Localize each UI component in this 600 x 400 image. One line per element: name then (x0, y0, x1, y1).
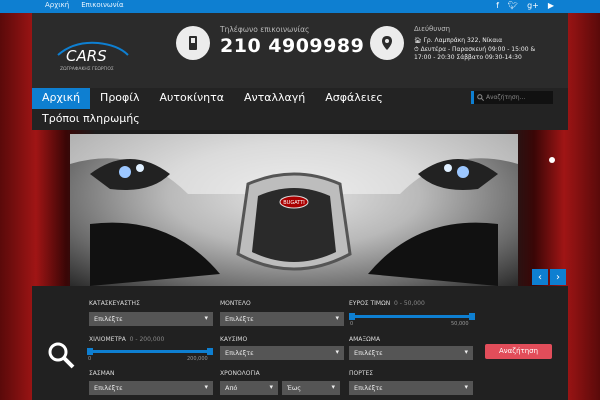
km-max-handle[interactable] (207, 348, 213, 355)
slider-arrows: ‹ › (532, 269, 566, 285)
slider-dot[interactable] (549, 157, 555, 163)
fuel-label: ΚΑΥΣΙΜΟ (220, 336, 248, 343)
year-label: ΧΡΟΝΟΛΟΓΙΑ (220, 370, 260, 377)
price-min: 0 (350, 321, 354, 327)
nav-item-home[interactable]: Αρχική (32, 88, 91, 109)
top-bar: Αρχική Επικοινωνία f 🐦︎ g+ ▶ (0, 0, 600, 13)
phone-icon (176, 26, 210, 60)
main-nav: Αρχική Προφίλ Αυτοκίνητα Ανταλλαγή Ασφάλ… (32, 88, 568, 130)
price-max: 50,000 (451, 321, 469, 327)
address-text: Γρ. Λαμπράκη 322, Νίκαια (423, 37, 503, 44)
top-link-contact[interactable]: Επικοινωνία (81, 1, 123, 9)
price-slider[interactable] (349, 313, 475, 320)
chassis-select[interactable]: Επιλέξτε (89, 381, 213, 395)
hours-text-1: Δευτέρα - Παρασκευή 09:00 - 15:00 & (420, 46, 536, 53)
header: CARS ΖΩΓΡΑΦΑΚΗΣ ΓΕΩΡΓΙΟΣ Τηλέφωνο επικοι… (32, 13, 568, 88)
hours-line: ⏱︎ Δευτέρα - Παρασκευή 09:00 - 15:00 & (414, 46, 536, 53)
nav-item-cars[interactable]: Αυτοκίνητα (150, 88, 234, 109)
km-max: 200,000 (187, 356, 208, 362)
magnifier-icon (46, 340, 76, 370)
year-from-select[interactable]: Από (220, 381, 278, 395)
address-line: 🏠︎ Γρ. Λαμπράκη 322, Νίκαια (414, 37, 503, 44)
model-label: ΜΟΝΤΕΛΟ (220, 300, 251, 307)
twitter-icon[interactable]: 🐦︎ (508, 1, 518, 10)
facebook-icon[interactable]: f (496, 1, 499, 10)
google-plus-icon[interactable]: g+ (527, 1, 539, 10)
maker-label: ΚΑΤΑΣΚΕΥΑΣΤΗΣ (89, 300, 140, 307)
search-button[interactable]: Αναζήτηση (485, 344, 552, 359)
phone-number[interactable]: 210 4909989 (220, 35, 364, 57)
chassis-label: ΣΑΣΜΑΝ (89, 370, 115, 377)
search-input[interactable]: Αναζήτηση... (471, 91, 553, 104)
search-placeholder: Αναζήτηση... (486, 94, 526, 101)
km-label: ΧΙΛΙΟΜΕΤΡΑ 0 - 200,000 (89, 336, 165, 343)
model-select[interactable]: Επιλέξτε (220, 312, 344, 326)
site-logo[interactable]: CARS ΖΩΓΡΑΦΑΚΗΣ ΓΕΩΡΓΙΟΣ (54, 37, 134, 73)
nav-item-profile[interactable]: Προφίλ (90, 88, 149, 109)
maker-select[interactable]: Επιλέξτε (89, 312, 213, 326)
body-select[interactable]: Επιλέξτε (349, 346, 473, 360)
hero-badge: BUGATTI (283, 200, 305, 206)
logo-subtitle: ΖΩΓΡΑΦΑΚΗΣ ΓΕΩΡΓΙΟΣ (60, 66, 114, 72)
price-max-handle[interactable] (469, 313, 475, 320)
search-icon (477, 94, 484, 101)
km-range: 0 - 200,000 (129, 336, 165, 343)
nav-item-payment[interactable]: Τρόποι πληρωμής (32, 109, 150, 130)
top-link-home[interactable]: Αρχική (45, 1, 69, 9)
hours-text-2: 17:00 - 20:30 Σάββατο 09:30-14:30 (414, 54, 522, 61)
km-min: 0 (88, 356, 92, 362)
phone-label: Τηλέφωνο επικοινωνίας (220, 25, 310, 34)
nav-item-insurance[interactable]: Ασφάλειες (315, 88, 393, 109)
body-label: ΑΜΑΞΩΜΑ (349, 336, 381, 343)
prev-arrow-icon[interactable]: ‹ (532, 269, 548, 285)
map-icon (370, 26, 404, 60)
km-slider[interactable] (87, 348, 213, 355)
next-arrow-icon[interactable]: › (550, 269, 566, 285)
search-form: ΚΑΤΑΣΚΕΥΑΣΤΗΣ Επιλέξτε ΜΟΝΤΕΛΟ Επιλέξτε … (32, 286, 568, 400)
fuel-select[interactable]: Επιλέξτε (220, 346, 344, 360)
logo-text: CARS (66, 47, 107, 65)
nav-item-exchange[interactable]: Ανταλλαγή (234, 88, 315, 109)
youtube-icon[interactable]: ▶ (548, 1, 554, 10)
hero-slider-image: BUGATTI (70, 134, 518, 286)
year-to-select[interactable]: Έως (282, 381, 340, 395)
doors-label: ΠΟΡΤΕΣ (349, 370, 374, 377)
price-range: 0 - 50,000 (394, 300, 425, 307)
doors-select[interactable]: Επιλέξτε (349, 381, 473, 395)
km-min-handle[interactable] (87, 348, 93, 355)
price-label: ΕΥΡΟΣ ΤΙΜΩΝ 0 - 50,000 (349, 300, 425, 307)
price-min-handle[interactable] (349, 313, 355, 320)
address-title: Διεύθυνση (414, 25, 451, 33)
